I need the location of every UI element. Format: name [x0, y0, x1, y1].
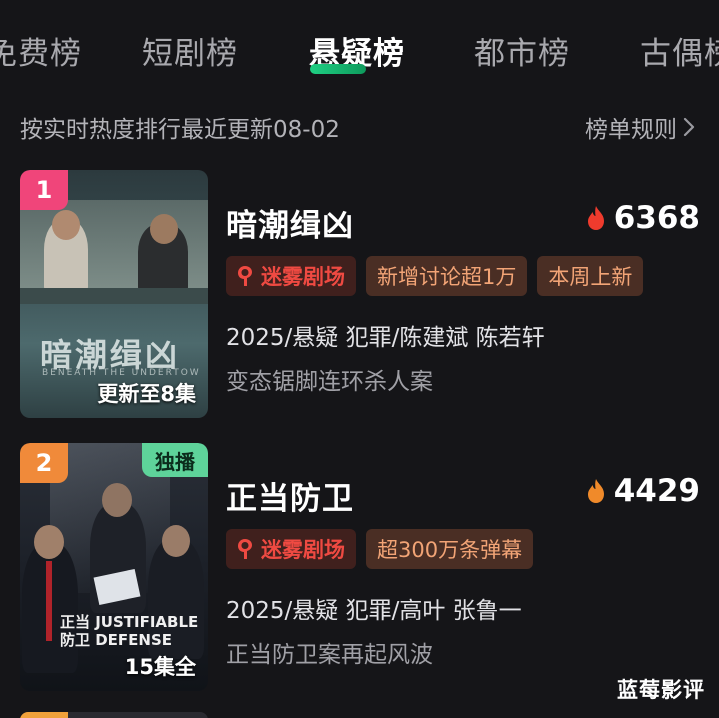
rules-link[interactable]: 榜单规则 — [585, 110, 695, 144]
category-tabs: 免费榜 短剧榜 悬疑榜 都市榜 古偶榜 — [0, 0, 719, 96]
tab-free[interactable]: 免费榜 — [0, 28, 82, 73]
tab-short-drama[interactable]: 短剧榜 — [142, 28, 238, 73]
active-tab-indicator — [310, 64, 366, 74]
theater-tag-label: 迷雾剧场 — [261, 264, 345, 289]
tag-list: 迷雾剧场 新增讨论超1万 本周上新 — [226, 256, 644, 296]
tab-costume-romance[interactable]: 古偶榜 — [640, 28, 719, 73]
episode-status: 更新至8集 — [97, 382, 196, 406]
heat-score: 4429 — [586, 473, 700, 509]
update-info-text: 按实时热度排行最近更新08-02 — [20, 117, 340, 143]
poster[interactable]: 2 独播 正当 JUSTIFIABLE 防卫 DEFENSE 15集全 — [20, 443, 208, 691]
tag-list: 迷雾剧场 超300万条弹幕 — [226, 529, 534, 569]
info-tag: 新增讨论超1万 — [366, 256, 528, 296]
rank-badge: 1 — [20, 170, 68, 210]
heat-value: 6368 — [613, 200, 700, 236]
show-description: 正当防卫案再起风波 — [226, 642, 433, 668]
watermark: 蓝莓影评 — [617, 678, 705, 702]
poster-subtitle: BENEATH THE UNDERTOW — [42, 368, 201, 378]
tab-urban[interactable]: 都市榜 — [474, 28, 570, 73]
theater-tag[interactable]: 迷雾剧场 — [226, 256, 356, 296]
chevron-right-icon — [683, 117, 695, 143]
ranking-item[interactable]: 2 独播 正当 JUSTIFIABLE 防卫 DEFENSE 15集全 正当防卫… — [20, 443, 700, 693]
theater-tag[interactable]: 迷雾剧场 — [226, 529, 356, 569]
theater-tag-label: 迷雾剧场 — [261, 537, 345, 562]
next-item-poster-edge — [20, 712, 208, 718]
show-meta: 2025/悬疑 犯罪/陈建斌 陈若轩 — [226, 325, 545, 351]
info-tag: 超300万条弹幕 — [366, 529, 534, 569]
show-description: 变态锯脚连环杀人案 — [226, 369, 433, 395]
heat-score: 6368 — [586, 200, 700, 236]
ranking-item[interactable]: 1 暗潮缉凶 BENEATH THE UNDERTOW 更新至8集 暗潮缉凶 6… — [20, 170, 700, 420]
show-meta: 2025/悬疑 犯罪/高叶 张鲁一 — [226, 598, 522, 624]
mist-theater-logo-icon — [238, 539, 252, 559]
poster[interactable]: 1 暗潮缉凶 BENEATH THE UNDERTOW 更新至8集 — [20, 170, 208, 418]
exclusive-badge: 独播 — [142, 443, 208, 477]
poster-title: 正当 JUSTIFIABLE 防卫 DEFENSE — [60, 613, 199, 649]
mist-theater-logo-icon — [238, 266, 252, 286]
rank-badge: 2 — [20, 443, 68, 483]
info-tag: 本周上新 — [537, 256, 644, 296]
show-title[interactable]: 暗潮缉凶 — [226, 200, 354, 245]
flame-icon — [587, 479, 604, 503]
ranking-info-bar: 按实时热度排行最近更新08-02 榜单规则 — [20, 108, 695, 144]
show-title[interactable]: 正当防卫 — [226, 473, 354, 518]
episode-status: 15集全 — [124, 655, 196, 679]
flame-icon — [587, 206, 604, 230]
heat-value: 4429 — [613, 473, 700, 509]
rules-label: 榜单规则 — [585, 117, 677, 143]
